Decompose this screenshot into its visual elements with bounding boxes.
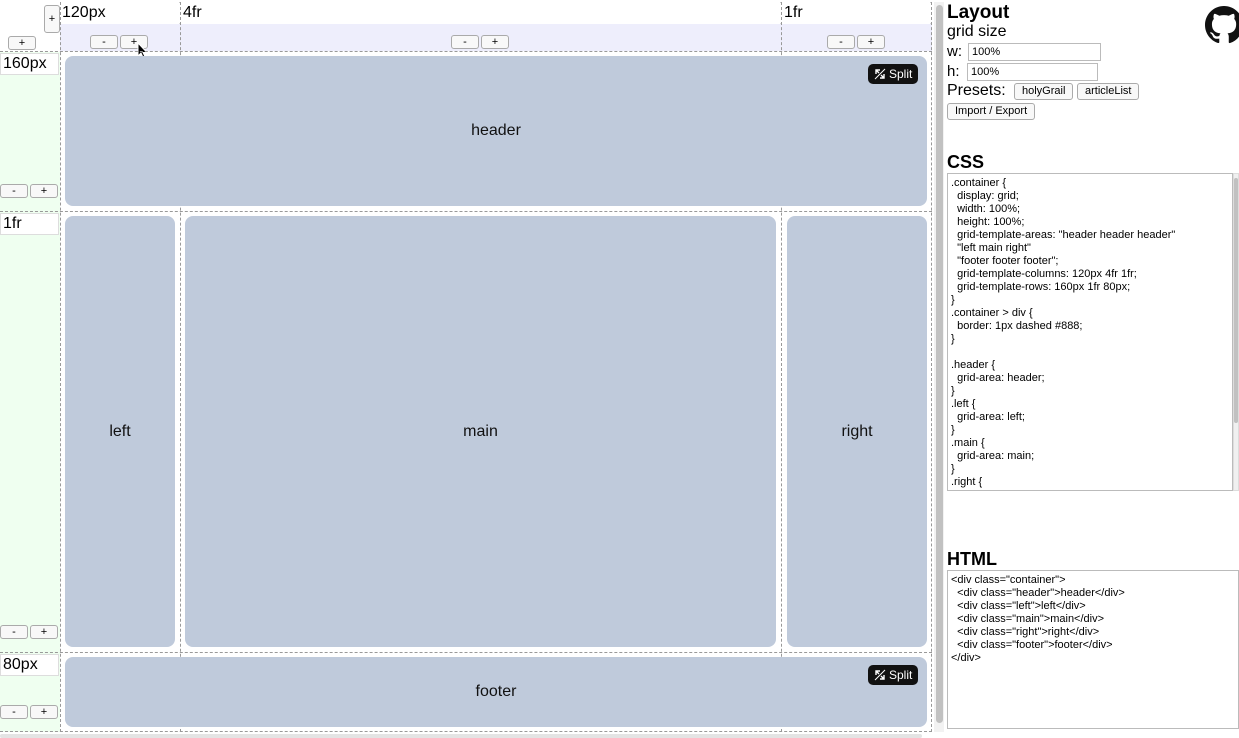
- preset-holygrail-button[interactable]: holyGrail: [1014, 83, 1074, 100]
- vertical-scrollbar-thumb[interactable]: [936, 5, 943, 723]
- grid-line-row-0: [0, 51, 932, 52]
- add-row-button[interactable]: +: [8, 36, 36, 50]
- row-2-plus-button[interactable]: +: [30, 625, 58, 639]
- panel-title: Layout: [947, 2, 1010, 23]
- column-size-input-3[interactable]: [782, 2, 930, 24]
- grid-line-col-3: [931, 2, 932, 732]
- column-size-input-2[interactable]: [181, 2, 780, 24]
- main-area[interactable]: main: [185, 216, 776, 647]
- row-3-plus-button[interactable]: +: [30, 705, 58, 719]
- css-textarea-scrollbar-thumb[interactable]: [1234, 178, 1238, 423]
- grid-line-row-1: [0, 211, 932, 212]
- main-area-label: main: [463, 422, 498, 440]
- header-area-label: header: [471, 122, 521, 139]
- height-input[interactable]: [967, 63, 1098, 81]
- html-heading: HTML: [947, 549, 997, 569]
- row-2-minus-button[interactable]: -: [0, 625, 28, 639]
- html-code-textarea[interactable]: <div class="container"> <div class="head…: [947, 570, 1239, 729]
- grid-line-row-3: [0, 731, 932, 732]
- footer-area-label: footer: [475, 683, 517, 700]
- header-split-button[interactable]: Split: [868, 64, 919, 84]
- left-area-label: left: [109, 422, 131, 440]
- preset-articlelist-button[interactable]: articleList: [1077, 83, 1140, 100]
- header-split-label: Split: [889, 67, 913, 81]
- row-3-minus-button[interactable]: -: [0, 705, 28, 719]
- column-1-minus-button[interactable]: -: [90, 35, 118, 49]
- presets-label: Presets:: [947, 82, 1006, 99]
- footer-split-label: Split: [889, 668, 913, 682]
- width-label: w:: [947, 43, 962, 60]
- column-3-plus-button[interactable]: +: [857, 35, 885, 49]
- add-column-button[interactable]: +: [44, 5, 60, 33]
- column-2-plus-button[interactable]: +: [481, 35, 509, 49]
- header-area[interactable]: header: [65, 56, 927, 206]
- row-size-input-2[interactable]: [0, 213, 59, 235]
- footer-area[interactable]: footer: [65, 657, 927, 727]
- column-size-input-1[interactable]: [60, 2, 179, 24]
- footer-split-button[interactable]: Split: [868, 665, 919, 685]
- left-area[interactable]: left: [65, 216, 175, 647]
- height-label: h:: [947, 63, 960, 80]
- github-icon[interactable]: [1205, 4, 1239, 46]
- right-area-label: right: [841, 422, 873, 440]
- width-input[interactable]: [968, 43, 1101, 61]
- css-code-textarea[interactable]: .container { display: grid; width: 100%;…: [947, 173, 1233, 491]
- row-1-minus-button[interactable]: -: [0, 184, 28, 198]
- import-export-button[interactable]: Import / Export: [947, 103, 1036, 120]
- row-1-plus-button[interactable]: +: [30, 184, 58, 198]
- row-size-input-1[interactable]: [0, 53, 59, 75]
- horizontal-scrollbar[interactable]: [0, 734, 922, 738]
- column-2-minus-button[interactable]: -: [451, 35, 479, 49]
- split-icon: [874, 68, 886, 80]
- grid-size-label: grid size: [947, 23, 1007, 40]
- grid-line-row-2: [0, 652, 932, 653]
- grid-line-col-0: [60, 2, 61, 732]
- right-area[interactable]: right: [787, 216, 927, 647]
- split-icon: [874, 669, 886, 681]
- row-size-input-3[interactable]: [0, 654, 59, 676]
- css-heading: CSS: [947, 152, 985, 172]
- column-3-minus-button[interactable]: -: [827, 35, 855, 49]
